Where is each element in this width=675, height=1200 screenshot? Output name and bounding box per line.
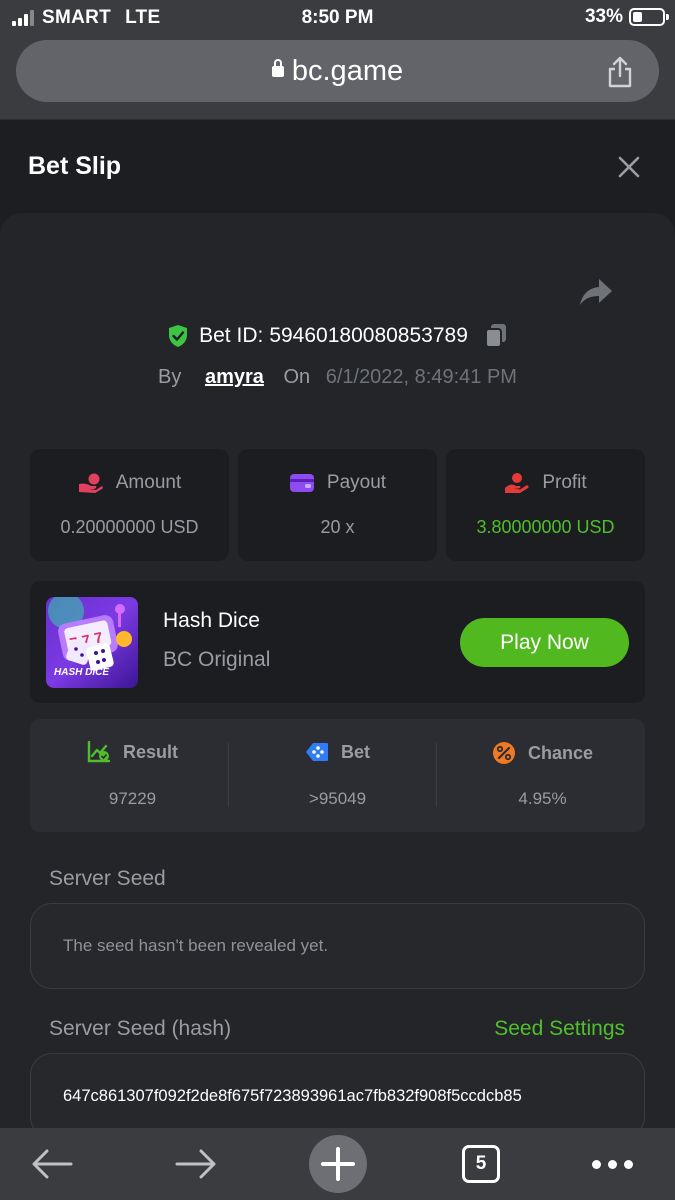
- bet-value: >95049: [308, 789, 367, 808]
- game-provider: BC Original: [163, 648, 271, 671]
- payout-box: Payout 20 x: [238, 449, 437, 561]
- tabs-button[interactable]: 5: [458, 1128, 504, 1200]
- more-dots-icon: [591, 1159, 633, 1169]
- battery-info: 33%: [584, 6, 669, 28]
- browser-toolbar: 5: [0, 1128, 675, 1200]
- game-thumb-text: HASH DICE: [54, 667, 110, 678]
- game-name: Hash Dice: [163, 609, 260, 632]
- chance-col: Chance 4.95%: [440, 719, 645, 832]
- profit-label: Profit: [542, 472, 587, 493]
- payout-label: Payout: [326, 472, 387, 493]
- share-forward-icon[interactable]: [579, 277, 613, 307]
- arrow-left-icon: [32, 1149, 73, 1179]
- amount-box: Amount 0.20000000 USD: [30, 449, 229, 561]
- coins-hand-icon: [78, 473, 103, 493]
- bet-date: 6/1/2022, 8:49:41 PM: [325, 366, 517, 388]
- url-text: bc.game: [291, 55, 404, 87]
- address-bar[interactable]: bc.game: [16, 40, 659, 102]
- profit-hand-icon: [505, 473, 529, 493]
- result-value: 97229: [108, 789, 157, 808]
- bet-slip-card: Bet ID: 59460180080853789 By amyra On 6/…: [0, 213, 675, 1139]
- game-thumbnail[interactable]: 7 7 7 HASH DICE: [46, 597, 138, 688]
- server-seed-label: Server Seed: [49, 867, 166, 890]
- play-now-button[interactable]: Play Now: [460, 618, 629, 667]
- bet-meta-row: By amyra On 6/1/2022, 8:49:41 PM: [0, 366, 675, 389]
- payout-value: 20 x: [320, 517, 355, 537]
- game-card: 7 7 7 HASH DICE Hash Dice BC Original Pl…: [30, 581, 645, 703]
- status-bar: SMART LTE 8:50 PM 33%: [0, 0, 675, 36]
- bet-id-value: 59460180080853789: [269, 324, 468, 347]
- profit-value: 3.80000000 USD: [476, 517, 615, 537]
- bet-id-row: Bet ID: 59460180080853789: [0, 323, 675, 349]
- divider: [436, 743, 437, 807]
- percent-icon: [492, 742, 515, 764]
- result-panel: Result 97229 Bet >95049 Chance 4.95%: [30, 719, 645, 832]
- new-tab-button[interactable]: [308, 1128, 368, 1200]
- sheet-header: Bet Slip: [0, 121, 675, 213]
- more-button[interactable]: [588, 1128, 636, 1200]
- copy-icon[interactable]: [484, 323, 508, 349]
- result-col: Result 97229: [30, 719, 235, 832]
- amount-label: Amount: [115, 472, 182, 493]
- seed-settings-link[interactable]: Seed Settings: [494, 1017, 625, 1041]
- chance-label: Chance: [527, 742, 594, 763]
- server-seed-hash-label: Server Seed (hash): [49, 1017, 232, 1040]
- battery-icon: [629, 8, 669, 26]
- wallet-icon: [289, 474, 314, 492]
- bet-id-label: Bet ID:: [199, 324, 264, 347]
- browser-chrome: bc.game: [0, 36, 675, 120]
- divider: [228, 743, 229, 807]
- result-label: Result: [122, 741, 178, 762]
- user-link[interactable]: amyra: [205, 366, 264, 388]
- dice-tag-icon: [305, 743, 328, 761]
- share-icon[interactable]: [605, 56, 635, 88]
- page-title: Bet Slip: [28, 152, 122, 180]
- bet-label: Bet: [340, 741, 370, 762]
- server-seed-hash-field[interactable]: 647c861307f092f2de8f675f723893961ac7fb83…: [30, 1053, 645, 1139]
- clock: 8:50 PM: [301, 7, 374, 28]
- server-seed-field: The seed hasn't been revealed yet.: [30, 903, 645, 989]
- profit-box: Profit 3.80000000 USD: [446, 449, 645, 561]
- battery-percent: 33%: [584, 6, 623, 27]
- tab-count: 5: [462, 1145, 500, 1183]
- close-icon[interactable]: [617, 155, 641, 179]
- bet-col: Bet >95049: [235, 719, 440, 832]
- arrow-right-icon: [175, 1149, 216, 1179]
- shield-check-icon: [169, 325, 188, 347]
- lock-icon: [271, 59, 284, 77]
- chance-value: 4.95%: [518, 789, 567, 808]
- amount-value: 0.20000000 USD: [60, 517, 199, 537]
- on-label: On: [283, 366, 311, 388]
- plus-icon: [321, 1147, 355, 1181]
- by-label: By: [158, 366, 182, 388]
- forward-button[interactable]: [170, 1128, 222, 1200]
- chart-check-icon: [87, 741, 111, 763]
- back-button[interactable]: [26, 1128, 78, 1200]
- url-display[interactable]: bc.game: [16, 55, 659, 88]
